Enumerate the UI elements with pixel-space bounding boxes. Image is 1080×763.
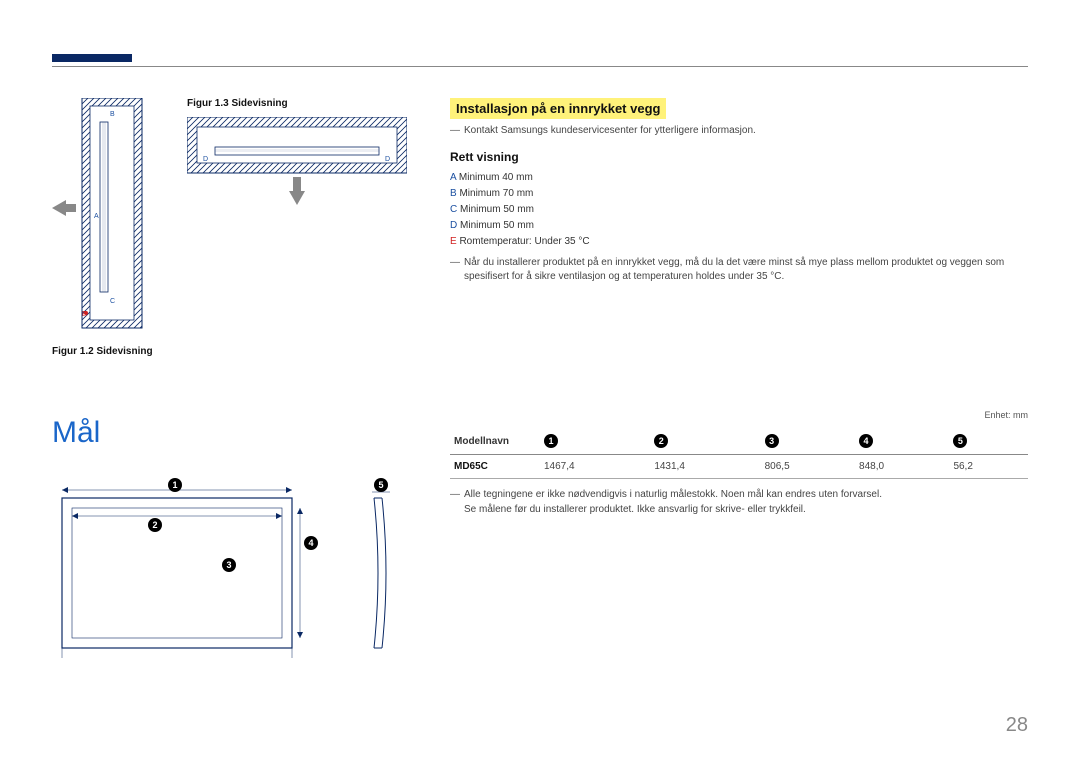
cell-dim-2: 1431,4 [650, 455, 760, 479]
spec-text-a: Minimum 40 mm [459, 172, 533, 183]
chapter-indicator [52, 54, 132, 62]
spec-label-c: C [450, 204, 457, 215]
section-heading-mal: Mål [52, 416, 100, 450]
spec-text-e: Romtemperatur: Under 35 °C [459, 236, 589, 247]
spec-label-a: A [450, 172, 456, 183]
page-number: 28 [1006, 714, 1028, 737]
figure-1-3: D D [187, 117, 407, 207]
dimensions-diagram: 1 2 3 4 5 [52, 478, 412, 668]
subheading-rett-visning: Rett visning [450, 150, 1028, 164]
spec-text-c: Minimum 50 mm [460, 204, 534, 215]
svg-text:B: B [110, 111, 115, 118]
install-note-contact: Kontakt Samsungs kundeservicesenter for … [450, 125, 1028, 136]
spec-label-d: D [450, 220, 457, 231]
dim-marker-4: 4 [304, 536, 318, 550]
dim-marker-1: 1 [168, 478, 182, 492]
table-footnotes: Alle tegningene er ikke nødvendigvis i n… [450, 487, 1028, 517]
th-marker-4: 4 [859, 434, 873, 448]
spec-label-b: B [450, 188, 457, 199]
spec-label-e: E [450, 236, 457, 247]
figure-1-3-caption: Figur 1.3 Sidevisning [187, 98, 407, 109]
section-heading-install: Installasjon på en innrykket vegg [450, 98, 666, 119]
cell-dim-1: 1467,4 [540, 455, 650, 479]
spec-text-b: Minimum 70 mm [459, 188, 533, 199]
dim-marker-5: 5 [374, 478, 388, 492]
dimensions-table: Modellnavn 1 2 3 4 5 MD65C 1467,4 1431,4… [450, 428, 1028, 479]
cell-dim-3: 806,5 [761, 455, 855, 479]
th-modelname: Modellnavn [450, 428, 540, 455]
top-rule [52, 66, 1028, 67]
svg-text:D: D [385, 156, 390, 163]
install-note-vent: Når du installerer produktet på en innry… [450, 256, 1028, 284]
clearance-spec-list: A Minimum 40 mm B Minimum 70 mm C Minimu… [450, 170, 1028, 250]
cell-model: MD65C [450, 455, 540, 479]
svg-text:C: C [110, 298, 115, 305]
cell-dim-4: 848,0 [855, 455, 949, 479]
dim-marker-2: 2 [148, 518, 162, 532]
table-row: MD65C 1467,4 1431,4 806,5 848,0 56,2 [450, 455, 1028, 479]
th-marker-3: 3 [765, 434, 779, 448]
spec-text-d: Minimum 50 mm [460, 220, 534, 231]
th-marker-1: 1 [544, 434, 558, 448]
svg-text:D: D [203, 156, 208, 163]
th-marker-5: 5 [953, 434, 967, 448]
figure-1-2-caption: Figur 1.2 Sidevisning [52, 346, 422, 357]
cell-dim-5: 56,2 [949, 455, 1028, 479]
svg-text:A: A [94, 213, 99, 220]
th-marker-2: 2 [654, 434, 668, 448]
figure-1-2: B A C E [52, 98, 172, 338]
unit-label: Enhet: mm [984, 410, 1028, 420]
dim-marker-3: 3 [222, 558, 236, 572]
